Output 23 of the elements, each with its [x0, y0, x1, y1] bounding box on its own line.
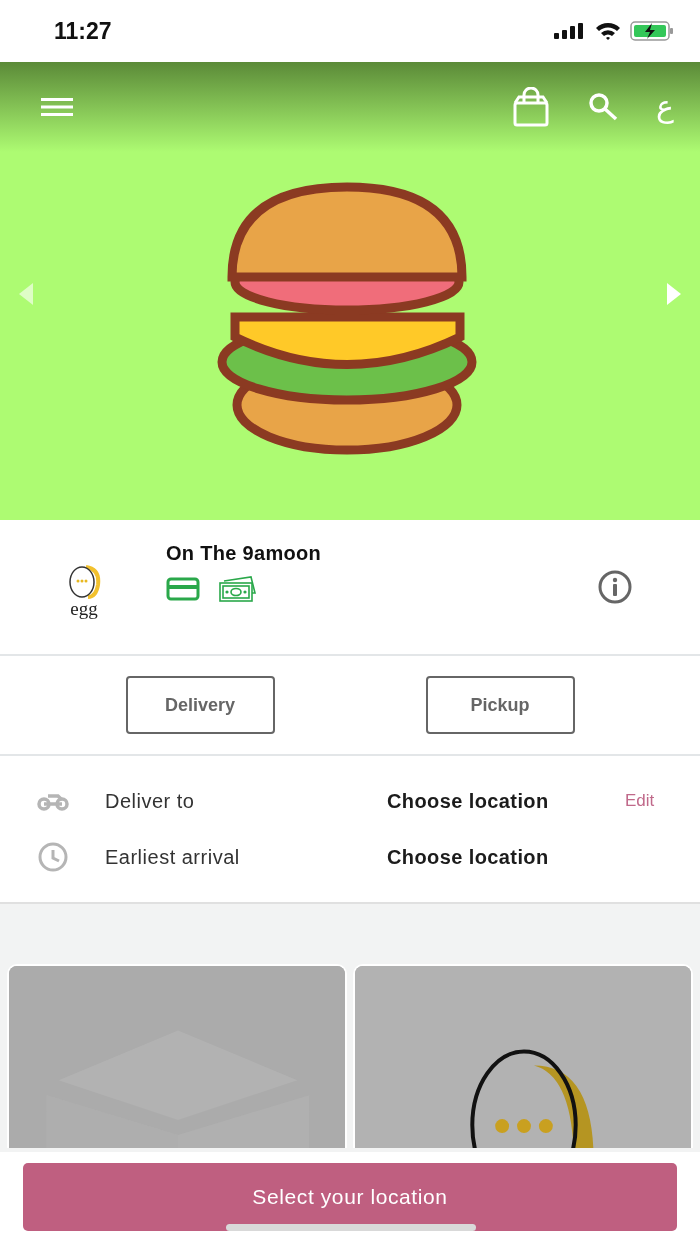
- clock-icon: [36, 842, 70, 872]
- detail-label: Deliver to: [105, 789, 196, 813]
- detail-label: Earliest arrival: [105, 845, 241, 869]
- wifi-icon: [594, 21, 622, 41]
- detail-value: Choose location: [387, 789, 550, 813]
- info-icon[interactable]: [598, 570, 632, 604]
- cash-icon: [218, 574, 258, 603]
- search-icon[interactable]: [588, 92, 619, 122]
- order-type-button[interactable]: Delivery: [125, 676, 275, 734]
- menu-icon[interactable]: [41, 97, 73, 117]
- status-time: 11:27: [54, 17, 112, 45]
- motorbike-icon: [36, 791, 70, 811]
- credit-card-icon: [166, 576, 200, 601]
- select-location-button[interactable]: Select your location: [23, 1163, 677, 1231]
- order-type-button[interactable]: Pickup: [425, 676, 575, 734]
- logo-text: egg: [70, 598, 98, 618]
- shopping-bag-icon[interactable]: [512, 87, 551, 127]
- store-name: On The 9amoon: [166, 541, 323, 565]
- edit-link[interactable]: Edit: [625, 791, 655, 810]
- battery-icon: [630, 21, 674, 41]
- detail-value: Choose location: [387, 845, 550, 869]
- egg-logo-icon: [66, 564, 102, 599]
- signal-icon: [554, 23, 586, 39]
